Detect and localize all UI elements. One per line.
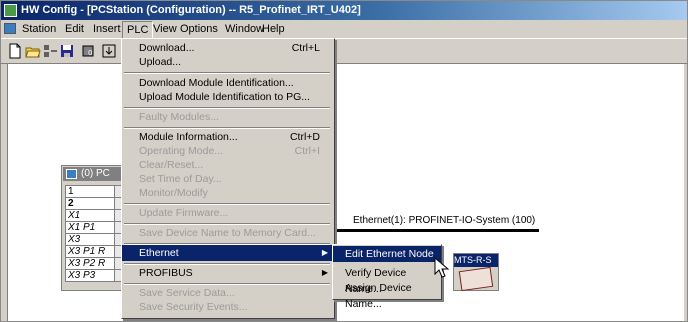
menu-item-label: Save Device Name to Memory Card... (139, 227, 316, 239)
menu-item-update-firmware: Update Firmware... (122, 205, 334, 221)
menu-item-save-security-events: Save Security Events... (122, 299, 334, 315)
window-title: HW Config - [PCStation (Configuration) -… (21, 4, 361, 16)
table-row[interactable]: X3 P3 (65, 269, 124, 282)
download-icon[interactable] (101, 43, 117, 59)
menu-item-upload-module-id[interactable]: Upload Module Identification to PG... (122, 89, 334, 105)
slot-label: X3 P2 R (65, 257, 115, 270)
table-row[interactable]: X3 P1 R (65, 245, 124, 258)
compile-icon[interactable]: 0 (81, 43, 97, 59)
menu-insert[interactable]: Insert (89, 20, 125, 38)
menu-item-edit-ethernet-node[interactable]: Edit Ethernet Node (333, 246, 441, 262)
save-icon[interactable] (59, 43, 75, 59)
pc-station-icon (66, 169, 77, 179)
rack-title: (0) PC (81, 168, 110, 179)
menu-separator (124, 72, 330, 74)
io-device[interactable]: MTS-R-S (453, 253, 499, 292)
menu-item-label: Upload Module Identification to PG... (139, 91, 311, 103)
plc-menu: Download... Ctrl+L Upload... Download Mo… (121, 38, 335, 319)
submenu-arrow-icon: ▶ (321, 248, 328, 257)
menu-item-label: Assign Device Name... (345, 282, 412, 310)
slot-label: X3 P1 R (65, 245, 115, 258)
menu-item-label: PROFIBUS (139, 267, 193, 279)
menu-item-label: Faulty Modules... (139, 111, 219, 123)
menu-item-assign-device-name[interactable]: Assign Device Name... (333, 280, 441, 310)
menu-item-label: Upload... (139, 56, 182, 68)
menu-item-profibus[interactable]: PROFIBUS ▶ (122, 265, 334, 281)
device-title: MTS-R-S (454, 254, 498, 267)
table-row[interactable]: X1 P1 (65, 221, 124, 234)
new-icon[interactable] (7, 43, 23, 59)
station-icon[interactable] (43, 43, 59, 59)
document-window-icon[interactable] (4, 23, 16, 34)
network-label: Ethernet(1): PROFINET-IO-System (100) (353, 215, 536, 226)
title-bar: HW Config - [PCStation (Configuration) -… (1, 1, 687, 20)
slot-label: 1 (65, 185, 115, 198)
slot-label: 2 (65, 197, 115, 210)
app-window: HW Config - [PCStation (Configuration) -… (0, 0, 688, 322)
menu-bar: Station Edit Insert PLC View Options Win… (1, 20, 687, 39)
menu-edit[interactable]: Edit (61, 20, 88, 38)
rack-table: 1 2 X1 X1 P1 X3 X3 P1 R X3 P2 R X3 P3 (65, 185, 124, 282)
svg-text:0: 0 (88, 49, 92, 57)
menu-help[interactable]: Help (258, 20, 289, 38)
slot-label: X1 (65, 209, 115, 222)
table-row[interactable]: 1 (65, 185, 124, 198)
ethernet-submenu: Edit Ethernet Node Verify Device Name...… (332, 244, 442, 310)
slot-label: X1 P1 (65, 221, 115, 234)
slot-label: X3 (65, 233, 115, 246)
menu-item-label: Edit Ethernet Node (345, 248, 434, 260)
hw-config-app-icon (4, 4, 17, 17)
slot-label: X3 P3 (65, 269, 115, 282)
menu-item-label: Monitor/Modify (139, 187, 208, 199)
table-row[interactable]: X3 (65, 233, 124, 246)
menu-item-faulty-modules: Faulty Modules... (122, 109, 334, 125)
device-image (458, 266, 494, 292)
menu-station[interactable]: Station (18, 20, 60, 38)
menu-item-upload[interactable]: Upload... (122, 54, 334, 70)
menu-item-verify-device-name[interactable]: Verify Device Name... (333, 265, 441, 295)
profinet-bus-line[interactable] (331, 229, 539, 232)
menu-item-monitor-modify: Monitor/Modify (122, 185, 334, 201)
toolbar: 0 (1, 38, 687, 64)
table-row[interactable]: X1 (65, 209, 124, 222)
menu-item-ethernet[interactable]: Ethernet ▶ (122, 245, 334, 261)
menu-options[interactable]: Options (176, 20, 222, 38)
table-row[interactable]: X3 P2 R (65, 257, 124, 270)
menu-item-label: Save Security Events... (139, 301, 248, 313)
menu-item-label: Update Firmware... (139, 207, 229, 219)
table-row[interactable]: 2 (65, 197, 124, 210)
menu-item-label: Ethernet (139, 247, 179, 259)
mouse-pointer-icon (434, 257, 450, 278)
open-icon[interactable] (25, 43, 41, 59)
submenu-arrow-icon: ▶ (321, 268, 328, 277)
menu-item-save-device-name: Save Device Name to Memory Card... (122, 225, 334, 241)
